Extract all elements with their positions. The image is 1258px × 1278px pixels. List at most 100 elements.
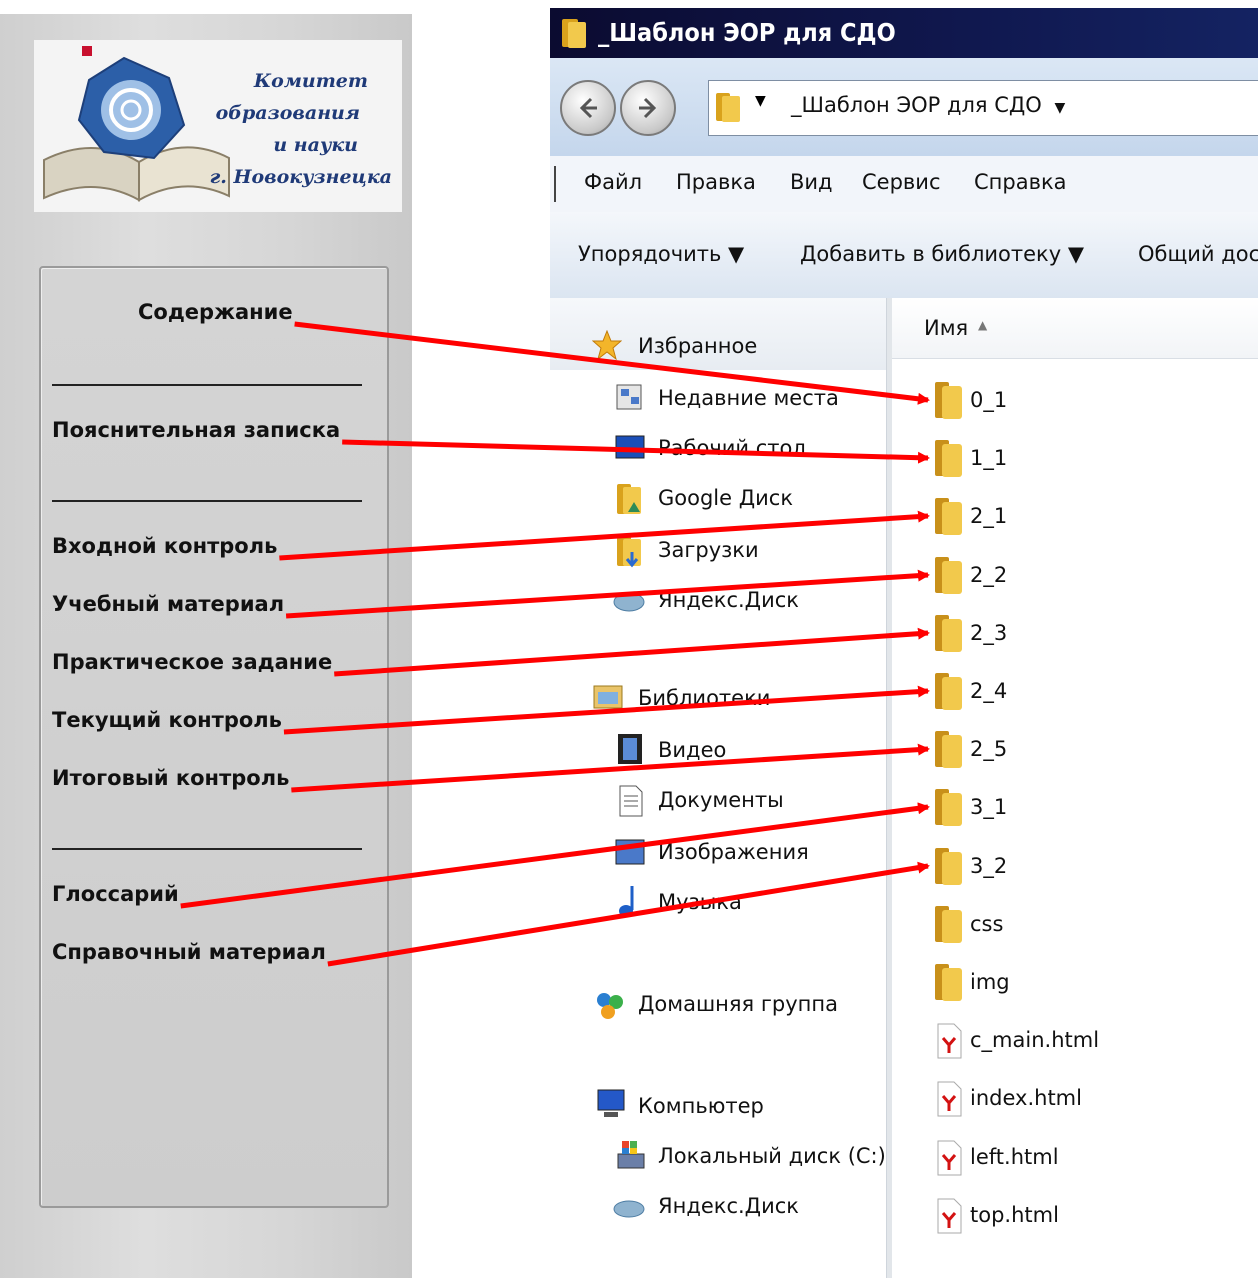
nav-item-pictures[interactable]: Изображения bbox=[658, 840, 809, 864]
folder-icon bbox=[935, 440, 962, 477]
menu-divider bbox=[52, 848, 362, 850]
back-button[interactable] bbox=[560, 80, 616, 136]
breadcrumb-chevron-icon[interactable]: ▼ bbox=[755, 93, 766, 109]
computer-icon bbox=[597, 1089, 625, 1117]
google-drive-icon bbox=[617, 484, 641, 514]
menu-view[interactable]: Вид bbox=[790, 170, 833, 194]
menu-service[interactable]: Сервис bbox=[862, 170, 940, 194]
file-name: left.html bbox=[970, 1145, 1059, 1169]
file-item[interactable]: c_main.html bbox=[934, 1020, 1234, 1064]
folder-icon bbox=[935, 731, 962, 768]
folder-icon bbox=[935, 498, 962, 535]
video-icon bbox=[618, 734, 642, 764]
menu-item-entry-test[interactable]: Входной контроль bbox=[52, 534, 277, 558]
address-bar-area: ▼ _Шаблон ЭОР для СДО ▼ bbox=[550, 58, 1258, 156]
folder-icon bbox=[935, 382, 962, 419]
folder-icon bbox=[562, 19, 586, 48]
menu-item-study-material[interactable]: Учебный материал bbox=[52, 592, 284, 616]
nav-item-yandex-disk-computer[interactable]: Яндекс.Диск bbox=[658, 1194, 799, 1218]
folder-item[interactable]: 2_3 bbox=[934, 613, 1234, 657]
logo-emblem-icon bbox=[43, 46, 230, 202]
folder-item[interactable]: 2_4 bbox=[934, 671, 1234, 715]
menu-bar: Файл Правка Вид Сервис Справка bbox=[550, 156, 1258, 213]
html-file-icon bbox=[937, 1140, 962, 1176]
share-button[interactable]: Общий дос bbox=[1138, 242, 1258, 266]
downloads-icon bbox=[617, 536, 641, 568]
back-arrow-icon bbox=[579, 97, 597, 119]
nav-item-yandex-disk[interactable]: Яндекс.Диск bbox=[658, 588, 799, 612]
menu-item-reference-material[interactable]: Справочный материал bbox=[52, 940, 326, 964]
file-name: 1_1 bbox=[970, 446, 1008, 470]
nav-item-local-disk[interactable]: Локальный диск (C:) bbox=[658, 1144, 886, 1168]
name-column-header[interactable]: Имя ▲ bbox=[892, 298, 1258, 359]
address-dropdown-icon[interactable]: ▼ bbox=[1055, 100, 1066, 116]
command-toolbar: Упорядочить ▼ Добавить в библиотеку ▼ Об… bbox=[550, 212, 1258, 299]
menu-item-contents[interactable]: Содержание bbox=[138, 300, 293, 324]
address-path-text: _Шаблон ЭОР для СДО bbox=[791, 93, 1042, 117]
file-name: 0_1 bbox=[970, 388, 1008, 412]
star-icon bbox=[592, 330, 622, 360]
nav-item-documents[interactable]: Документы bbox=[658, 788, 784, 812]
nav-item-music[interactable]: Музыка bbox=[658, 890, 742, 914]
organize-button[interactable]: Упорядочить ▼ bbox=[578, 242, 744, 266]
file-name: 3_1 bbox=[970, 795, 1008, 819]
menu-edit[interactable]: Правка bbox=[676, 170, 756, 194]
file-name: 2_2 bbox=[970, 563, 1008, 587]
forward-button[interactable] bbox=[620, 80, 676, 136]
menu-item-current-test[interactable]: Текущий контроль bbox=[52, 708, 282, 732]
folder-icon bbox=[935, 964, 962, 1001]
address-path: _Шаблон ЭОР для СДО ▼ bbox=[791, 93, 1065, 117]
menu-item-final-test[interactable]: Итоговый контроль bbox=[52, 766, 289, 790]
folder-item[interactable]: 2_2 bbox=[934, 555, 1234, 599]
menu-item-practical-task[interactable]: Практическое задание bbox=[52, 650, 332, 674]
nav-item-video[interactable]: Видео bbox=[658, 738, 726, 762]
file-item[interactable]: left.html bbox=[934, 1137, 1234, 1181]
yandex-disk-icon bbox=[613, 592, 645, 612]
window-title-bar[interactable]: _Шаблон ЭОР для СДО bbox=[550, 8, 1258, 58]
folder-icon bbox=[716, 93, 740, 122]
file-name: index.html bbox=[970, 1086, 1082, 1110]
folder-item[interactable]: 3_2 bbox=[934, 846, 1234, 890]
folder-item[interactable]: img bbox=[934, 962, 1234, 1006]
recent-places-icon bbox=[616, 384, 642, 410]
nav-item-downloads[interactable]: Загрузки bbox=[658, 538, 759, 562]
logo-text-line-2: образования bbox=[215, 102, 360, 124]
folder-item[interactable]: 1_1 bbox=[934, 438, 1234, 482]
menu-divider bbox=[52, 500, 362, 502]
html-file-icon bbox=[937, 1023, 962, 1059]
course-menu bbox=[39, 266, 389, 1208]
folder-item[interactable]: css bbox=[934, 904, 1234, 948]
music-icon bbox=[619, 886, 634, 917]
nav-item-recent-places[interactable]: Недавние места bbox=[658, 386, 839, 410]
committee-logo: Комитет образования и науки г. Новокузне… bbox=[34, 40, 402, 212]
nav-item-google-drive[interactable]: Google Диск bbox=[658, 486, 793, 510]
homegroup-label[interactable]: Домашняя группа bbox=[638, 992, 838, 1016]
file-item[interactable]: index.html bbox=[934, 1078, 1234, 1122]
logo-text-line-3: и науки bbox=[273, 134, 358, 156]
address-field[interactable]: ▼ _Шаблон ЭОР для СДО ▼ bbox=[708, 80, 1258, 136]
file-list: Имя ▲ 0_1 1_1 2_1 2_2 2_3 2_4 2_5 3_1 3_2css img c… bbox=[892, 298, 1258, 1278]
folder-item[interactable]: 3_1 bbox=[934, 787, 1234, 831]
menu-item-glossary[interactable]: Глоссарий bbox=[52, 882, 179, 906]
folder-item[interactable]: 0_1 bbox=[934, 380, 1234, 424]
folder-item[interactable]: 2_5 bbox=[934, 729, 1234, 773]
add-to-library-button[interactable]: Добавить в библиотеку ▼ bbox=[800, 242, 1084, 266]
yandex-disk-icon bbox=[613, 1200, 645, 1218]
forward-arrow-icon bbox=[639, 97, 657, 119]
homegroup-icon bbox=[597, 993, 623, 1019]
libraries-label[interactable]: Библиотеки bbox=[638, 686, 770, 710]
menu-bar-grip bbox=[554, 166, 556, 202]
file-name: 2_4 bbox=[970, 679, 1008, 703]
file-item[interactable]: top.html bbox=[934, 1195, 1234, 1239]
menu-item-explanatory-note[interactable]: Пояснительная записка bbox=[52, 418, 340, 442]
menu-help[interactable]: Справка bbox=[974, 170, 1067, 194]
folder-item[interactable]: 2_1 bbox=[934, 496, 1234, 540]
nav-item-desktop[interactable]: Рабочий стол bbox=[658, 436, 806, 460]
file-name: 2_5 bbox=[970, 737, 1008, 761]
html-file-icon bbox=[937, 1081, 962, 1117]
favorites-header[interactable]: Избранное bbox=[550, 298, 886, 370]
computer-label[interactable]: Компьютер bbox=[638, 1094, 764, 1118]
file-name: top.html bbox=[970, 1203, 1059, 1227]
menu-file[interactable]: Файл bbox=[584, 170, 642, 194]
file-name: img bbox=[970, 970, 1010, 994]
